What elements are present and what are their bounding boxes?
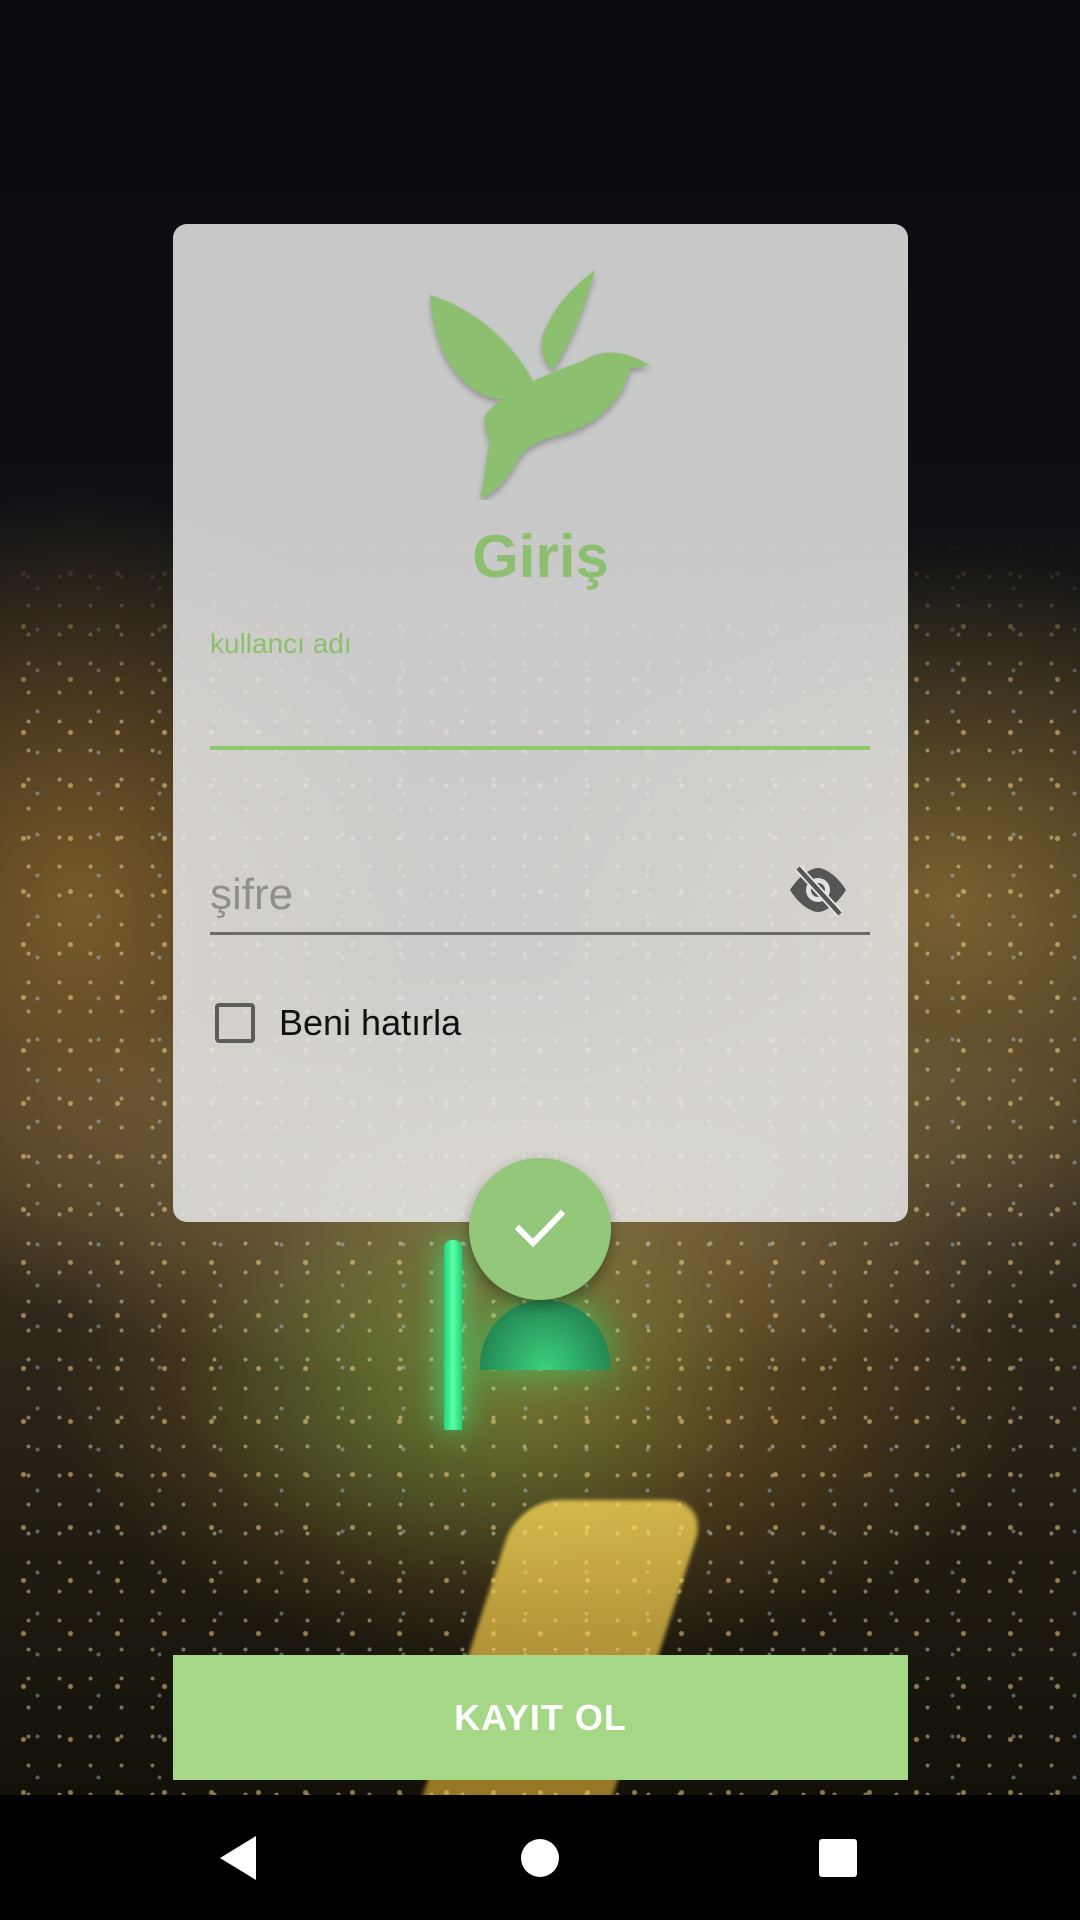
username-input[interactable] bbox=[210, 664, 870, 750]
eye-off-icon[interactable] bbox=[788, 862, 848, 918]
password-input[interactable] bbox=[210, 858, 870, 935]
login-submit-button[interactable] bbox=[469, 1158, 611, 1300]
check-icon bbox=[515, 1209, 565, 1248]
dove-icon bbox=[425, 265, 655, 500]
recents-square-icon[interactable] bbox=[778, 1795, 898, 1920]
back-triangle-icon[interactable] bbox=[178, 1795, 298, 1920]
remember-me-checkbox[interactable] bbox=[215, 1003, 255, 1043]
remember-me-row[interactable]: Beni hatırla bbox=[215, 998, 461, 1048]
home-circle-icon[interactable] bbox=[480, 1795, 600, 1920]
green-minaret bbox=[444, 1240, 462, 1430]
username-label: kullancı adı bbox=[210, 628, 352, 659]
remember-me-label: Beni hatırla bbox=[279, 1002, 462, 1043]
login-title: Giriş bbox=[472, 523, 609, 590]
system-nav-bar bbox=[0, 1795, 1080, 1920]
register-button[interactable]: KAYIT OL bbox=[173, 1655, 908, 1780]
